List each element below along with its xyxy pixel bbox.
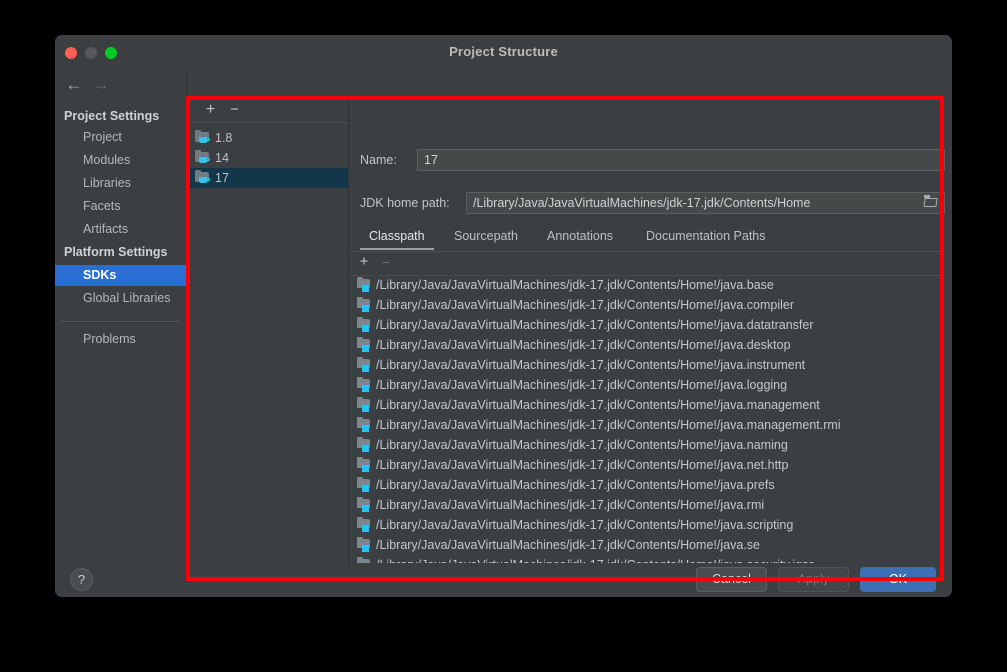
classpath-list-item[interactable]: /Library/Java/JavaVirtualMachines/jdk-17… [349, 475, 944, 495]
classpath-list-item[interactable]: /Library/Java/JavaVirtualMachines/jdk-17… [349, 495, 944, 515]
module-folder-icon [357, 518, 372, 532]
name-label: Name: [360, 153, 397, 167]
sidebar-item-modules[interactable]: Modules [55, 150, 186, 171]
module-folder-icon [357, 498, 372, 512]
classpath-entry-path: /Library/Java/JavaVirtualMachines/jdk-17… [376, 435, 788, 455]
sidebar-item-project[interactable]: Project [55, 127, 186, 148]
sdk-list-item-14[interactable]: 14 [186, 148, 348, 168]
module-folder-icon [357, 378, 372, 392]
classpath-list-item[interactable]: /Library/Java/JavaVirtualMachines/jdk-17… [349, 375, 944, 395]
module-folder-icon [357, 538, 372, 552]
classpath-entry-path: /Library/Java/JavaVirtualMachines/jdk-17… [376, 475, 775, 495]
remove-classpath-icon[interactable]: − [376, 252, 396, 272]
window-titlebar: Project Structure [55, 35, 952, 69]
classpath-list-item[interactable]: /Library/Java/JavaVirtualMachines/jdk-17… [349, 295, 944, 315]
classpath-entry-path: /Library/Java/JavaVirtualMachines/jdk-17… [376, 295, 794, 315]
sidebar-item-problems[interactable]: Problems [55, 329, 186, 350]
tab-documentation-paths[interactable]: Documentation Paths [637, 224, 775, 250]
classpath-entry-path: /Library/Java/JavaVirtualMachines/jdk-17… [376, 495, 764, 515]
classpath-entry-path: /Library/Java/JavaVirtualMachines/jdk-17… [376, 335, 791, 355]
sidebar-group-platform-settings: Platform Settings [55, 242, 186, 263]
jdk-folder-icon [195, 131, 210, 145]
module-folder-icon [357, 338, 372, 352]
module-folder-icon [357, 458, 372, 472]
module-folder-icon [357, 418, 372, 432]
project-structure-dialog: Project Structure ← → Project Settings P… [55, 35, 952, 597]
forward-arrow-icon[interactable]: → [91, 76, 111, 94]
add-classpath-icon[interactable]: + [354, 252, 374, 272]
sidebar-navigation-bar: ← → [55, 68, 186, 102]
window-title: Project Structure [55, 44, 952, 59]
tab-annotations[interactable]: Annotations [538, 224, 622, 250]
paths-tab-bar: Classpath Sourcepath Annotations Documen… [349, 224, 944, 252]
back-arrow-icon[interactable]: ← [64, 76, 84, 94]
cancel-button[interactable]: Cancel [696, 567, 767, 592]
sdk-list-toolbar: + − [186, 96, 348, 123]
classpath-toolbar: + − [349, 251, 944, 276]
apply-button[interactable]: Apply [778, 567, 849, 592]
sdk-item-label: 1.8 [215, 128, 232, 148]
classpath-list-item[interactable]: /Library/Java/JavaVirtualMachines/jdk-17… [349, 355, 944, 375]
module-folder-icon [357, 278, 372, 292]
sdk-detail-pane: Name: 17 JDK home path: /Library/Java/Ja… [349, 96, 944, 581]
tab-classpath[interactable]: Classpath [360, 224, 434, 250]
sdk-list-panel: + − 1.8 14 17 [186, 96, 349, 581]
classpath-list-item[interactable]: /Library/Java/JavaVirtualMachines/jdk-17… [349, 415, 944, 435]
classpath-list[interactable]: /Library/Java/JavaVirtualMachines/jdk-17… [349, 275, 944, 581]
jdk-home-path-label: JDK home path: [360, 196, 450, 210]
sdk-item-label: 17 [215, 168, 229, 188]
classpath-entry-path: /Library/Java/JavaVirtualMachines/jdk-17… [376, 275, 774, 295]
remove-sdk-icon[interactable]: − [224, 99, 245, 120]
classpath-entry-path: /Library/Java/JavaVirtualMachines/jdk-17… [376, 415, 841, 435]
classpath-list-item[interactable]: /Library/Java/JavaVirtualMachines/jdk-17… [349, 275, 944, 295]
classpath-entry-path: /Library/Java/JavaVirtualMachines/jdk-17… [376, 535, 760, 555]
dialog-footer: ? Cancel Apply OK [55, 563, 952, 597]
browse-folder-icon[interactable] [921, 193, 943, 213]
sidebar-group-project-settings: Project Settings [55, 106, 186, 127]
sidebar-item-facets[interactable]: Facets [55, 196, 186, 217]
module-folder-icon [357, 438, 372, 452]
help-button[interactable]: ? [70, 568, 93, 591]
classpath-list-item[interactable]: /Library/Java/JavaVirtualMachines/jdk-17… [349, 535, 944, 555]
classpath-list-item[interactable]: /Library/Java/JavaVirtualMachines/jdk-17… [349, 315, 944, 335]
classpath-entry-path: /Library/Java/JavaVirtualMachines/jdk-17… [376, 395, 820, 415]
jdk-home-path-input[interactable]: /Library/Java/JavaVirtualMachines/jdk-17… [466, 192, 945, 214]
classpath-list-item[interactable]: /Library/Java/JavaVirtualMachines/jdk-17… [349, 435, 944, 455]
sidebar-item-global-libraries[interactable]: Global Libraries [55, 288, 186, 309]
sidebar-item-artifacts[interactable]: Artifacts [55, 219, 186, 240]
sdk-list-item-17[interactable]: 17 [186, 168, 348, 188]
module-folder-icon [357, 298, 372, 312]
classpath-entry-path: /Library/Java/JavaVirtualMachines/jdk-17… [376, 515, 793, 535]
sidebar-item-sdks[interactable]: SDKs [55, 265, 186, 286]
module-folder-icon [357, 478, 372, 492]
module-folder-icon [357, 318, 372, 332]
dialog-body: ← → Project Settings Project Modules Lib… [55, 68, 952, 563]
classpath-entry-path: /Library/Java/JavaVirtualMachines/jdk-17… [376, 355, 805, 375]
sidebar-item-libraries[interactable]: Libraries [55, 173, 186, 194]
sdk-list-item-1-8[interactable]: 1.8 [186, 128, 348, 148]
classpath-list-item[interactable]: /Library/Java/JavaVirtualMachines/jdk-17… [349, 515, 944, 535]
settings-sidebar: ← → Project Settings Project Modules Lib… [55, 68, 187, 563]
sidebar-divider [61, 321, 180, 322]
jdk-folder-icon [195, 171, 210, 185]
name-input[interactable]: 17 [417, 149, 945, 171]
module-folder-icon [357, 358, 372, 372]
jdk-folder-icon [195, 151, 210, 165]
ok-button[interactable]: OK [860, 567, 936, 592]
classpath-entry-path: /Library/Java/JavaVirtualMachines/jdk-17… [376, 455, 788, 475]
classpath-list-item[interactable]: /Library/Java/JavaVirtualMachines/jdk-17… [349, 335, 944, 355]
module-folder-icon [357, 398, 372, 412]
add-sdk-icon[interactable]: + [200, 99, 221, 120]
classpath-list-item[interactable]: /Library/Java/JavaVirtualMachines/jdk-17… [349, 395, 944, 415]
classpath-list-item[interactable]: /Library/Java/JavaVirtualMachines/jdk-17… [349, 455, 944, 475]
classpath-entry-path: /Library/Java/JavaVirtualMachines/jdk-17… [376, 315, 813, 335]
classpath-entry-path: /Library/Java/JavaVirtualMachines/jdk-17… [376, 375, 787, 395]
tab-sourcepath[interactable]: Sourcepath [445, 224, 527, 250]
sdk-item-label: 14 [215, 148, 229, 168]
